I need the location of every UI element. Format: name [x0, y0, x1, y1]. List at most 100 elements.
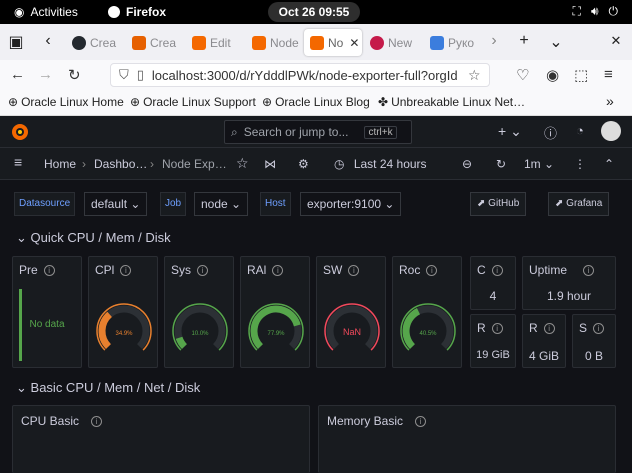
grafana-logo-icon[interactable] [10, 122, 30, 142]
app-menu[interactable]: Firefox [108, 5, 166, 19]
panel-ram-total[interactable]: Ri 4 GiB [522, 314, 566, 368]
panel-memory-basic[interactable]: Memory Basic i [318, 405, 616, 473]
gauge-value-arc [98, 311, 113, 350]
tab-6[interactable]: Руко [424, 29, 480, 56]
panel-cpu-basic[interactable]: CPU Basic i [12, 405, 310, 473]
info-icon[interactable]: i [43, 264, 55, 276]
breadcrumb-dashboards[interactable]: Dashbo… [94, 157, 147, 171]
bookmark-star-icon[interactable]: ☆ [468, 67, 481, 84]
tab-5[interactable]: New [364, 29, 420, 56]
bookmark-oracle-support[interactable]: ⊕ Oracle Linux Support [130, 95, 256, 109]
add-new-icon[interactable]: + ⌄ [498, 123, 522, 140]
list-tabs-icon[interactable]: ⌄ [546, 32, 566, 52]
tab-bar: ▣ ‹ Crea Crea Edit Node No ✕ New Руко › … [0, 24, 632, 60]
user-avatar[interactable] [601, 121, 621, 141]
panel-sys-load[interactable]: Sys i 10.0% [164, 256, 234, 368]
info-icon[interactable]: i [348, 264, 360, 276]
info-icon[interactable]: i [583, 264, 595, 276]
cpu-gauge: 34.9% [96, 303, 152, 351]
share-icon[interactable]: ⋈ [264, 157, 276, 171]
tab-scroll-left-icon[interactable]: ‹ [38, 32, 58, 50]
activities-button[interactable]: ◉ Activities [14, 5, 78, 19]
url-bar[interactable]: ⛉ ▯ localhost:3000/d/rYdddlPWk/node-expo… [110, 63, 490, 87]
mega-menu-icon[interactable]: ≡ [14, 154, 22, 170]
account-icon[interactable]: ◉ [546, 66, 559, 84]
panel-ram-used[interactable]: RAl i 77.9% [240, 256, 310, 368]
grafana-link[interactable]: ⬈ Grafana [548, 192, 610, 216]
menu-icon[interactable]: ≡ [604, 66, 613, 83]
swap-gauge: NaN [324, 303, 380, 351]
gauge-track [174, 305, 226, 350]
panel-rootfs-total[interactable]: Ri 19 GiB [470, 314, 516, 368]
tab-1[interactable]: Crea [126, 29, 184, 56]
extensions-icon[interactable]: ⬚ [574, 66, 588, 84]
row-quick-cpu[interactable]: ⌄ Quick CPU / Mem / Disk [16, 230, 171, 246]
panel-pressure[interactable]: Pre i No data [12, 256, 82, 368]
tab-0[interactable]: Crea [66, 29, 124, 56]
tab-3[interactable]: Node [246, 29, 302, 56]
info-icon[interactable]: i [120, 264, 132, 276]
reload-icon[interactable]: ↻ [68, 66, 81, 84]
panel-swap-total[interactable]: Si 0 B [572, 314, 616, 368]
external-link-icon: ⬈ [555, 198, 567, 209]
info-icon[interactable]: i [491, 322, 503, 334]
var-select-job[interactable]: node ⌄ [194, 192, 249, 216]
root-fs-gauge: 40.5% [400, 303, 456, 351]
new-tab-icon[interactable]: + [514, 32, 534, 50]
pocket-icon[interactable]: ♡ [516, 66, 529, 84]
tab-4-active[interactable]: No ✕ [304, 29, 362, 56]
star-icon[interactable]: ☆ [236, 155, 249, 172]
close-tab-icon[interactable]: ✕ [349, 36, 359, 50]
info-icon[interactable]: i [272, 264, 284, 276]
bookmark-unbreakable-linux[interactable]: ✤ Unbreakable Linux Net… [378, 95, 525, 109]
more-bookmarks-icon[interactable]: » [606, 93, 614, 109]
gauge-value-label: 10.0% [191, 331, 209, 337]
url-text: localhost:3000/d/rYdddlPWk/node-exporter… [151, 67, 458, 83]
refresh-interval-picker[interactable]: 1m ⌄ [524, 157, 554, 171]
close-window-icon[interactable]: ✕ [606, 33, 626, 49]
system-tray[interactable]: ⛶ 🔊︎ ⏻ [573, 4, 618, 19]
help-icon[interactable]: ⓘ [544, 123, 557, 142]
tab-2[interactable]: Edit [186, 29, 244, 56]
row-basic-cpu[interactable]: ⌄ Basic CPU / Mem / Net / Disk [16, 380, 200, 396]
info-icon[interactable]: i [415, 415, 427, 427]
panel-root-fs[interactable]: Roc i 40.5% [392, 256, 462, 368]
panel-uptime[interactable]: Uptime i 1.9 hour [522, 256, 616, 310]
zoom-out-icon[interactable]: ⊖ [462, 157, 472, 171]
panel-cpu-cores[interactable]: Ci 4 [470, 256, 516, 310]
forward-icon[interactable]: → [38, 66, 53, 83]
info-icon[interactable]: i [91, 415, 103, 427]
search-bar[interactable]: ⌕ Search or jump to... ctrl+k [224, 120, 412, 144]
collapse-chevron-icon[interactable]: ⌃ [604, 157, 614, 171]
dashboard-variables: Datasource default ⌄ Job node ⌄ Host exp… [0, 180, 632, 228]
news-rss-icon[interactable]: ◔ [576, 123, 584, 138]
info-icon[interactable]: i [491, 264, 503, 276]
back-icon[interactable]: ← [10, 66, 25, 83]
var-select-datasource[interactable]: default ⌄ [84, 192, 148, 216]
breadcrumb-separator-icon: › [150, 157, 154, 171]
panel-swap-used[interactable]: SW i NaN [316, 256, 386, 368]
refresh-icon[interactable]: ↻ [496, 157, 506, 171]
bookmark-oracle-blog[interactable]: ⊕ Oracle Linux Blog [262, 95, 370, 109]
page-favicon-icon [430, 35, 444, 50]
gauge-value-label: 34.9% [115, 331, 133, 337]
panel-cpu-busy[interactable]: CPl i 34.9% [88, 256, 158, 368]
info-icon[interactable]: i [593, 322, 605, 334]
tab-overview-icon[interactable]: ▣ [6, 32, 26, 52]
bookmark-oracle-home[interactable]: ⊕ Oracle Linux Home [8, 95, 124, 109]
info-icon[interactable]: i [197, 264, 209, 276]
globe-icon: ⊕ [130, 95, 141, 109]
info-icon[interactable]: i [543, 322, 555, 334]
clock[interactable]: Oct 26 09:55 [268, 2, 360, 22]
settings-gear-icon[interactable]: ⚙ [298, 157, 309, 171]
time-picker[interactable]: ◷ Last 24 hours [334, 157, 427, 171]
raspberry-favicon-icon [370, 35, 384, 50]
var-select-host[interactable]: exporter:9100 ⌄ [300, 192, 402, 216]
more-options-icon[interactable]: ⋮ [574, 157, 586, 171]
tab-scroll-right-icon[interactable]: › [484, 32, 504, 50]
breadcrumb-home[interactable]: Home [44, 157, 76, 171]
info-icon[interactable]: i [426, 264, 438, 276]
page-icon: ▯ [136, 67, 144, 82]
github-link[interactable]: ⬈ GitHub [470, 192, 527, 216]
no-data-text: No data [29, 319, 65, 330]
